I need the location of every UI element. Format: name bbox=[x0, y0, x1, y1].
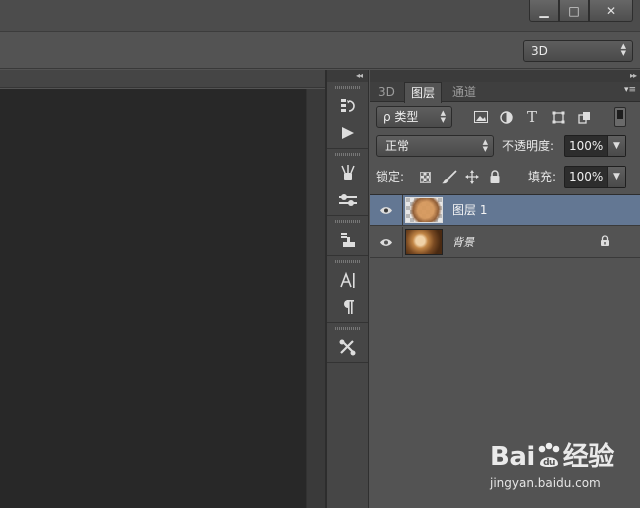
filter-type-icon[interactable]: T bbox=[521, 106, 543, 128]
select-arrows-icon: ▲ ▼ bbox=[482, 138, 488, 153]
group-grip[interactable] bbox=[335, 260, 360, 263]
blend-mode-select[interactable]: 正常 ▲ ▼ bbox=[376, 135, 494, 157]
history-icon[interactable] bbox=[327, 92, 369, 119]
maximize-button[interactable]: □ bbox=[559, 0, 589, 22]
collapse-dock-button[interactable]: ◂◂ bbox=[327, 70, 368, 82]
filter-toggle-switch[interactable] bbox=[614, 107, 626, 127]
tools-preset-icon[interactable] bbox=[327, 333, 369, 360]
brush-settings-icon[interactable] bbox=[327, 186, 369, 213]
close-icon: ✕ bbox=[605, 3, 617, 18]
layer-thumbnail[interactable] bbox=[405, 229, 443, 255]
photoshop-window: ▁ □ ✕ 3D ▲ ▼ ◂◂ ▸▸ 3D 图层 通道 ▾≡ ρ 类型 ▲ ▼ … bbox=[0, 0, 640, 508]
layer-filter-row: ρ 类型 ▲ ▼ T bbox=[370, 106, 640, 128]
expand-icon: ▸▸ bbox=[629, 71, 637, 80]
panel-menu-icon[interactable]: ▾≡ bbox=[624, 85, 636, 95]
panel-tabs: 3D 图层 通道 ▾≡ bbox=[370, 82, 640, 103]
layer-lock-icon bbox=[600, 235, 610, 250]
watermark-url: jingyan.baidu.com bbox=[490, 476, 601, 490]
minimize-button[interactable]: ▁ bbox=[529, 0, 559, 22]
layer-row[interactable]: 背景 bbox=[370, 227, 640, 258]
filter-kind-select[interactable]: ρ 类型 ▲ ▼ bbox=[376, 106, 452, 128]
panel-group-clone bbox=[327, 220, 368, 256]
layer-thumbnail[interactable] bbox=[405, 197, 443, 223]
filter-shape-icon[interactable] bbox=[547, 106, 569, 128]
expand-panels-button[interactable]: ▸▸ bbox=[370, 70, 640, 82]
fill-label: 填充: bbox=[528, 170, 557, 184]
tab-layers[interactable]: 图层 bbox=[404, 82, 443, 103]
lock-label: 锁定: bbox=[376, 170, 405, 184]
layers-list: 图层 1 背景 bbox=[370, 194, 640, 260]
baidu-jingyan-watermark: Bai du 经验 jingyan.baidu.com bbox=[490, 436, 630, 500]
fill-dropdown-icon[interactable]: ▼ bbox=[607, 167, 625, 187]
fill-value: 100% bbox=[569, 170, 604, 184]
tab-3d[interactable]: 3D bbox=[372, 82, 401, 102]
actions-play-icon[interactable] bbox=[327, 119, 369, 146]
panel-group-brushes bbox=[327, 153, 368, 216]
panel-group-tools bbox=[327, 327, 368, 363]
select-arrows-icon: ▲ ▼ bbox=[620, 42, 626, 57]
fill-field[interactable]: 100% ▼ bbox=[564, 166, 626, 188]
clone-source-icon[interactable] bbox=[327, 226, 369, 253]
minimize-icon: ▁ bbox=[539, 3, 549, 18]
visibility-eye-icon[interactable] bbox=[378, 235, 394, 249]
select-arrows-icon: ▲ ▼ bbox=[440, 109, 446, 124]
panel-group-history bbox=[327, 86, 368, 149]
group-grip[interactable] bbox=[335, 86, 360, 89]
filter-adjustment-icon[interactable] bbox=[495, 106, 517, 128]
opacity-dropdown-icon[interactable]: ▼ bbox=[607, 136, 625, 156]
tab-channels[interactable]: 通道 bbox=[446, 82, 482, 102]
workspace-select[interactable]: 3D ▲ ▼ bbox=[523, 40, 633, 62]
group-grip[interactable] bbox=[335, 220, 360, 223]
document-tab-strip bbox=[0, 70, 325, 88]
options-bar: 3D ▲ ▼ bbox=[0, 33, 640, 69]
collapsed-panel-dock: ◂◂ bbox=[327, 70, 369, 508]
paw-logo-icon: du bbox=[535, 442, 563, 472]
group-grip[interactable] bbox=[335, 153, 360, 156]
row-separator bbox=[402, 227, 403, 258]
close-button[interactable]: ✕ bbox=[589, 0, 633, 22]
blend-opacity-row: 正常 ▲ ▼ 不透明度: 100% ▼ bbox=[370, 135, 640, 157]
layer-name[interactable]: 背景 bbox=[452, 227, 474, 258]
document-canvas[interactable] bbox=[0, 89, 306, 508]
maximize-icon: □ bbox=[568, 3, 580, 18]
title-bar: ▁ □ ✕ bbox=[0, 0, 640, 32]
group-grip[interactable] bbox=[335, 327, 360, 330]
blend-mode-value: 正常 bbox=[385, 139, 410, 153]
lock-image-brush-icon[interactable] bbox=[440, 168, 458, 186]
lock-all-icon[interactable] bbox=[486, 168, 504, 186]
layer-name[interactable]: 图层 1 bbox=[452, 195, 487, 226]
watermark-logo: Bai du 经验 bbox=[490, 442, 614, 472]
brush-presets-icon[interactable] bbox=[327, 159, 369, 186]
opacity-label: 不透明度: bbox=[502, 139, 555, 153]
opacity-value: 100% bbox=[569, 139, 604, 153]
opacity-field[interactable]: 100% ▼ bbox=[564, 135, 626, 157]
row-separator bbox=[402, 195, 403, 226]
svg-text:du: du bbox=[543, 458, 555, 468]
filter-kind-value: ρ 类型 bbox=[383, 110, 419, 124]
layer-row[interactable]: 图层 1 bbox=[370, 195, 640, 226]
lock-fill-row: 锁定: 填充: 100% ▼ bbox=[370, 166, 640, 188]
filter-smart-object-icon[interactable] bbox=[573, 106, 595, 128]
visibility-eye-icon[interactable] bbox=[378, 203, 394, 217]
workspace-value: 3D bbox=[531, 44, 548, 58]
lock-transparency-icon[interactable] bbox=[416, 168, 434, 186]
character-icon[interactable] bbox=[327, 266, 369, 293]
canvas-scrollbar[interactable] bbox=[306, 89, 325, 508]
paragraph-icon[interactable] bbox=[327, 293, 369, 320]
collapse-icon: ◂◂ bbox=[355, 71, 363, 80]
filter-pixel-icon[interactable] bbox=[470, 106, 492, 128]
panel-group-type bbox=[327, 260, 368, 323]
lock-position-move-icon[interactable] bbox=[463, 168, 481, 186]
